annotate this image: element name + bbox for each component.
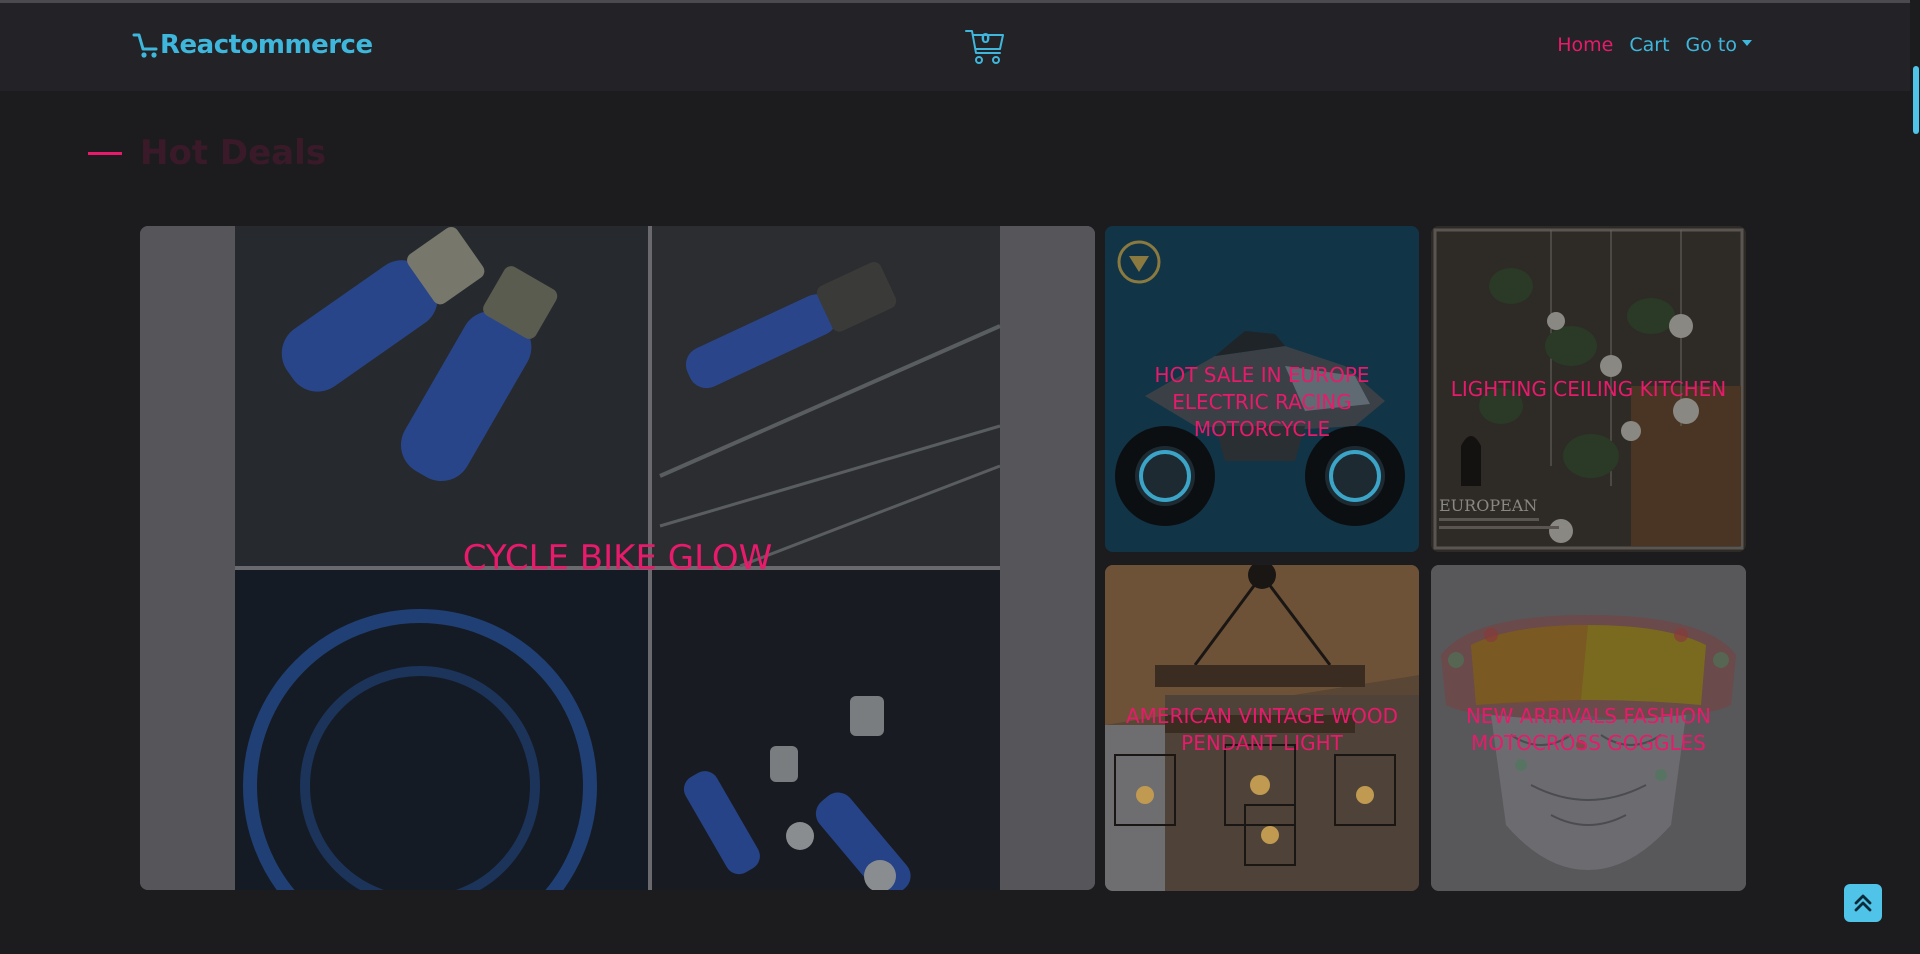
navbar: Reactommerce 0 Home Cart Go to (0, 3, 1920, 91)
deal-title: HOT SALE IN EUROPE ELECTRIC RACING MOTOR… (1154, 363, 1370, 441)
page: Reactommerce 0 Home Cart Go to Hot Deals (0, 0, 1920, 954)
deal-card-lighting-ceiling-kitchen[interactable]: EUROPEAN LIGHTING CEILING KITCHEN (1431, 226, 1746, 552)
brand-link[interactable]: Reactommerce (132, 29, 373, 61)
scrollbar-thumb[interactable] (1913, 66, 1919, 134)
brand-name: Reactommerce (160, 30, 373, 60)
deal-card-electric-motorcycle[interactable]: HOT SALE IN EUROPE ELECTRIC RACING MOTOR… (1105, 226, 1419, 552)
shopping-cart-icon (132, 29, 160, 61)
deal-card-motocross-goggles[interactable]: NEW ARRIVALS FASHION MOTOCROSS GOGGLES (1431, 565, 1746, 891)
deal-card-cycle-bike-glow[interactable]: CYCLE BIKE GLOW (140, 226, 1095, 890)
nav-links: Home Cart Go to (1549, 33, 1760, 57)
caret-down-icon (1742, 39, 1752, 46)
section-dash-divider (88, 151, 122, 155)
nav-link-home[interactable]: Home (1549, 33, 1621, 57)
scroll-to-top-button[interactable] (1844, 884, 1882, 922)
scrollbar-track[interactable] (1910, 0, 1920, 954)
deal-title: NEW ARRIVALS FASHION MOTOCROSS GOGGLES (1465, 704, 1712, 755)
nav-dropdown-goto[interactable]: Go to (1678, 33, 1760, 57)
cart-button[interactable]: 0 (964, 27, 1006, 67)
deal-title: LIGHTING CEILING KITCHEN (1450, 377, 1727, 401)
section-header: Hot Deals (88, 132, 326, 174)
deal-title: AMERICAN VINTAGE WOOD PENDANT LIGHT (1125, 704, 1399, 755)
nav-link-cart[interactable]: Cart (1621, 33, 1677, 57)
deal-title: CYCLE BIKE GLOW (462, 538, 773, 578)
nav-dropdown-label: Go to (1685, 34, 1737, 56)
section-title: Hot Deals (140, 133, 327, 173)
cart-count-badge: 0 (981, 32, 991, 47)
deal-card-vintage-pendant-light[interactable]: AMERICAN VINTAGE WOOD PENDANT LIGHT (1105, 565, 1419, 891)
double-chevron-up-icon (1854, 894, 1872, 912)
image-caption-text: EUROPEAN (1439, 496, 1537, 515)
